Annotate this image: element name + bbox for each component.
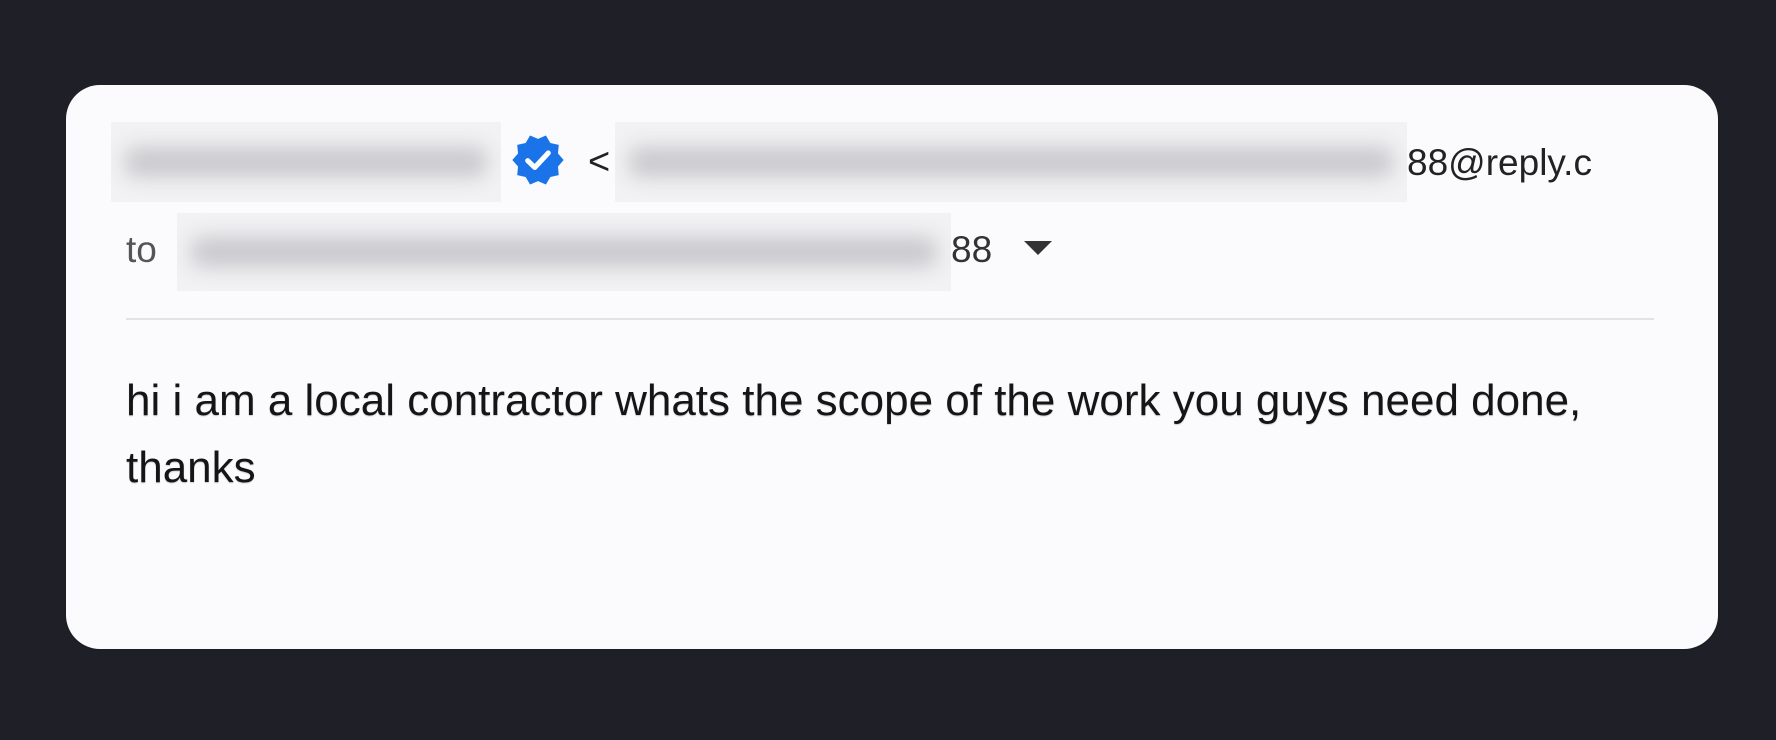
redacted-sender-email [615, 122, 1407, 202]
email-card: < 88@reply.c to 88 hi i am a local contr… [66, 85, 1718, 649]
email-open-bracket: < [588, 141, 611, 183]
redacted-recipient [177, 213, 951, 291]
to-label: to [126, 229, 157, 270]
redacted-sender-name [111, 122, 501, 202]
verified-badge-icon [512, 135, 564, 185]
recipient-tail: 88 [951, 229, 993, 270]
sender-email-tail: 88@reply.c [1407, 142, 1592, 183]
header-divider [126, 318, 1654, 320]
caret-down-icon[interactable] [1024, 241, 1052, 255]
message-body: hi i am a local contractor whats the sco… [126, 376, 1582, 492]
